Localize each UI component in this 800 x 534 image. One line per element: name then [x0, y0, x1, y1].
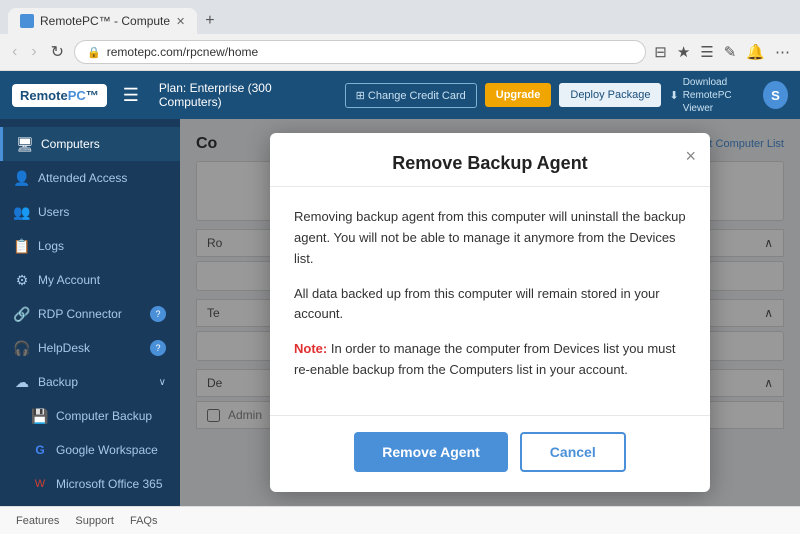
sidebar-google-label: Google Workspace: [56, 443, 158, 457]
browser-toolbar-icons: ⊟ ★ ☰ ✎ 🔔 ⋯: [652, 41, 792, 63]
modal-body-text1: Removing backup agent from this computer…: [294, 207, 686, 269]
sidebar-item-helpdesk[interactable]: 🎧 HelpDesk ?: [0, 331, 180, 365]
download-icon: ⬇: [669, 89, 678, 102]
note-label: Note:: [294, 341, 327, 356]
change-credit-card-btn[interactable]: ⊞ Change Credit Card: [345, 83, 477, 108]
avatar[interactable]: S: [763, 81, 788, 109]
logo: RemotePC™: [12, 84, 107, 107]
star-icon[interactable]: ★: [675, 41, 692, 63]
browser-tab-bar: RemotePC™ - Compute ✕ +: [0, 0, 800, 34]
bookmark-icon[interactable]: ⊟: [652, 41, 669, 63]
tab-menu-icon[interactable]: ☰: [698, 41, 715, 63]
modal-body: Removing backup agent from this computer…: [270, 187, 710, 415]
remove-agent-btn[interactable]: Remove Agent: [354, 432, 508, 472]
modal-body-text2: All data backed up from this computer wi…: [294, 284, 686, 326]
sidebar-computer-backup-label: Computer Backup: [56, 409, 152, 423]
browser-tab[interactable]: RemotePC™ - Compute ✕: [8, 8, 197, 34]
helpdesk-badge: ?: [150, 340, 166, 356]
footer-faqs-link[interactable]: FAQs: [130, 515, 158, 527]
browser-toolbar: ‹ › ↻ 🔒 remotepc.com/rpcnew/home ⊟ ★ ☰ ✎…: [0, 34, 800, 71]
tab-favicon: [20, 14, 34, 28]
edit-icon[interactable]: ✎: [722, 41, 739, 63]
sidebar-item-logs[interactable]: 📋 Logs: [0, 229, 180, 263]
computer-backup-icon: 💾: [32, 408, 48, 424]
sidebar-item-attended[interactable]: 👤 Attended Access: [0, 161, 180, 195]
attended-icon: 👤: [14, 170, 30, 186]
modal-close-btn[interactable]: ×: [685, 147, 696, 165]
sidebar: 🖥 Computers 👤 Attended Access 👥 Users 📋 …: [0, 119, 180, 506]
download-viewer-btn[interactable]: ⬇ DownloadRemotePC Viewer: [669, 76, 754, 115]
backup-icon: ☁: [14, 374, 30, 390]
sidebar-item-backup[interactable]: ☁ Backup ∨: [0, 365, 180, 399]
sidebar-backup-label: Backup: [38, 375, 78, 389]
new-tab-btn[interactable]: +: [197, 8, 222, 34]
modal-remove-backup-agent: Remove Backup Agent × Removing backup ag…: [270, 133, 710, 492]
refresh-btn[interactable]: ↻: [47, 40, 68, 64]
sidebar-item-users[interactable]: 👥 Users: [0, 195, 180, 229]
sidebar-item-meeting[interactable]: 📹 Meeting: [0, 501, 180, 506]
microsoft-office-icon: W: [32, 476, 48, 492]
sidebar-my-account-label: My Account: [38, 273, 100, 287]
sidebar-item-rdp[interactable]: 🔗 RDP Connector ?: [0, 297, 180, 331]
app-footer: Features Support FAQs: [0, 506, 800, 534]
back-btn[interactable]: ‹: [8, 41, 21, 63]
app-header: RemotePC™ ☰ Plan: Enterprise (300 Comput…: [0, 71, 800, 119]
footer-features-link[interactable]: Features: [16, 515, 59, 527]
footer-support-link[interactable]: Support: [75, 515, 114, 527]
plan-label: Plan: Enterprise (300 Computers): [159, 81, 333, 109]
sidebar-item-google-workspace[interactable]: G Google Workspace: [0, 433, 180, 467]
note-text: In order to manage the computer from Dev…: [294, 341, 676, 377]
google-workspace-icon: G: [32, 442, 48, 458]
deploy-package-btn[interactable]: Deploy Package: [559, 83, 661, 107]
content-area: Co Export Computer List Ro ∧ Te ∧ De ∧ A…: [180, 119, 800, 506]
tab-label: RemotePC™ - Compute: [40, 14, 170, 28]
forward-btn[interactable]: ›: [27, 41, 40, 63]
address-text: remotepc.com/rpcnew/home: [107, 45, 258, 59]
helpdesk-icon: 🎧: [14, 340, 30, 356]
sidebar-item-my-account[interactable]: ⚙ My Account: [0, 263, 180, 297]
sidebar-item-computer-backup[interactable]: 💾 Computer Backup: [0, 399, 180, 433]
hamburger-btn[interactable]: ☰: [123, 85, 139, 106]
download-label: DownloadRemotePC Viewer: [683, 76, 755, 115]
main-layout: 🖥 Computers 👤 Attended Access 👥 Users 📋 …: [0, 119, 800, 506]
computers-icon: 🖥: [17, 136, 33, 152]
users-icon: 👥: [14, 204, 30, 220]
sidebar-computers-label: Computers: [41, 137, 100, 151]
sidebar-users-label: Users: [38, 205, 69, 219]
browser-chrome: RemotePC™ - Compute ✕ + ‹ › ↻ 🔒 remotepc…: [0, 0, 800, 71]
upgrade-btn[interactable]: Upgrade: [485, 83, 552, 107]
sidebar-attended-label: Attended Access: [38, 171, 127, 185]
address-bar[interactable]: 🔒 remotepc.com/rpcnew/home: [74, 40, 646, 64]
rdp-badge: ?: [150, 306, 166, 322]
sidebar-item-microsoft-office[interactable]: W Microsoft Office 365: [0, 467, 180, 501]
cancel-btn[interactable]: Cancel: [520, 432, 626, 472]
sidebar-microsoft-label: Microsoft Office 365: [56, 477, 163, 491]
header-right: ⊞ Change Credit Card Upgrade Deploy Pack…: [345, 76, 788, 115]
my-account-icon: ⚙: [14, 272, 30, 288]
sidebar-helpdesk-label: HelpDesk: [38, 341, 90, 355]
tab-close-btn[interactable]: ✕: [176, 15, 185, 28]
sidebar-item-computers[interactable]: 🖥 Computers: [0, 127, 180, 161]
sidebar-rdp-label: RDP Connector: [38, 307, 122, 321]
modal-overlay: Remove Backup Agent × Removing backup ag…: [180, 119, 800, 506]
sidebar-logs-label: Logs: [38, 239, 64, 253]
more-icon[interactable]: ⋯: [773, 41, 792, 63]
lock-icon: 🔒: [87, 46, 101, 59]
logs-icon: 📋: [14, 238, 30, 254]
rdp-icon: 🔗: [14, 306, 30, 322]
modal-header: Remove Backup Agent ×: [270, 133, 710, 187]
modal-footer: Remove Agent Cancel: [270, 415, 710, 492]
modal-title: Remove Backup Agent: [392, 153, 587, 173]
notifications-icon[interactable]: 🔔: [744, 41, 767, 63]
backup-arrow-icon: ∨: [159, 377, 166, 388]
modal-note: Note: In order to manage the computer fr…: [294, 339, 686, 381]
